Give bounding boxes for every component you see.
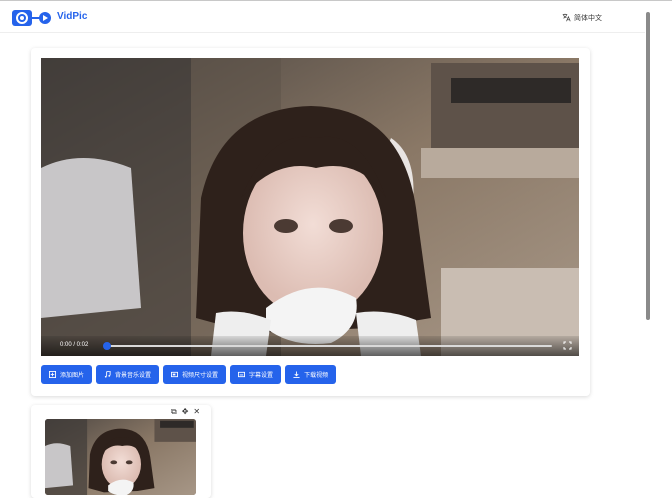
scrollbar-thumb[interactable]	[646, 12, 650, 320]
download-video-button[interactable]: 下载视频	[285, 365, 337, 384]
image-thumbnail-card[interactable]: ⧉ ✥ ✕	[31, 405, 211, 498]
subtitle-icon	[238, 371, 246, 378]
editor-card: 0:00 / 0:02 添加图片 背景音乐设置 视频尺寸设置 字幕设置 下载视频	[31, 48, 590, 396]
progress-track[interactable]	[107, 345, 552, 347]
language-label: 简体中文	[574, 15, 602, 22]
image-add-icon	[49, 371, 56, 378]
move-icon[interactable]: ✥	[182, 407, 189, 417]
progress-knob[interactable]	[103, 342, 111, 350]
copy-icon[interactable]: ⧉	[171, 407, 177, 417]
language-switcher[interactable]: 简体中文	[562, 11, 602, 25]
video-size-button[interactable]: 视频尺寸设置	[163, 365, 227, 384]
bgm-settings-label: 背景音乐设置	[115, 373, 152, 379]
video-frame-image	[41, 58, 579, 356]
download-icon	[293, 371, 300, 378]
video-player[interactable]: 0:00 / 0:02	[41, 58, 579, 356]
resize-icon	[171, 371, 179, 378]
video-time: 0:00 / 0:02	[60, 342, 89, 348]
subtitle-settings-label: 字幕设置	[249, 373, 274, 379]
download-video-label: 下载视频	[304, 373, 329, 379]
video-size-label: 视频尺寸设置	[182, 373, 219, 379]
thumbnail-tools: ⧉ ✥ ✕	[171, 407, 200, 417]
fullscreen-icon[interactable]	[563, 341, 572, 350]
thumbnail-image[interactable]	[45, 419, 196, 495]
translate-icon	[562, 13, 571, 24]
subtitle-settings-button[interactable]: 字幕设置	[230, 365, 282, 384]
add-image-label: 添加图片	[60, 373, 85, 379]
close-icon[interactable]: ✕	[193, 407, 200, 417]
bgm-settings-button[interactable]: 背景音乐设置	[96, 365, 160, 384]
play-logo-icon	[39, 12, 51, 24]
add-image-button[interactable]: 添加图片	[41, 365, 93, 384]
toolbar: 添加图片 背景音乐设置 视频尺寸设置 字幕设置 下载视频	[41, 365, 337, 384]
app-header: VidPic 简体中文	[0, 9, 645, 33]
camera-logo-icon	[12, 10, 32, 26]
browser-edge	[0, 0, 672, 9]
music-icon	[104, 371, 111, 378]
video-controls: 0:00 / 0:02	[41, 336, 579, 356]
brand-name[interactable]: VidPic	[57, 11, 87, 22]
